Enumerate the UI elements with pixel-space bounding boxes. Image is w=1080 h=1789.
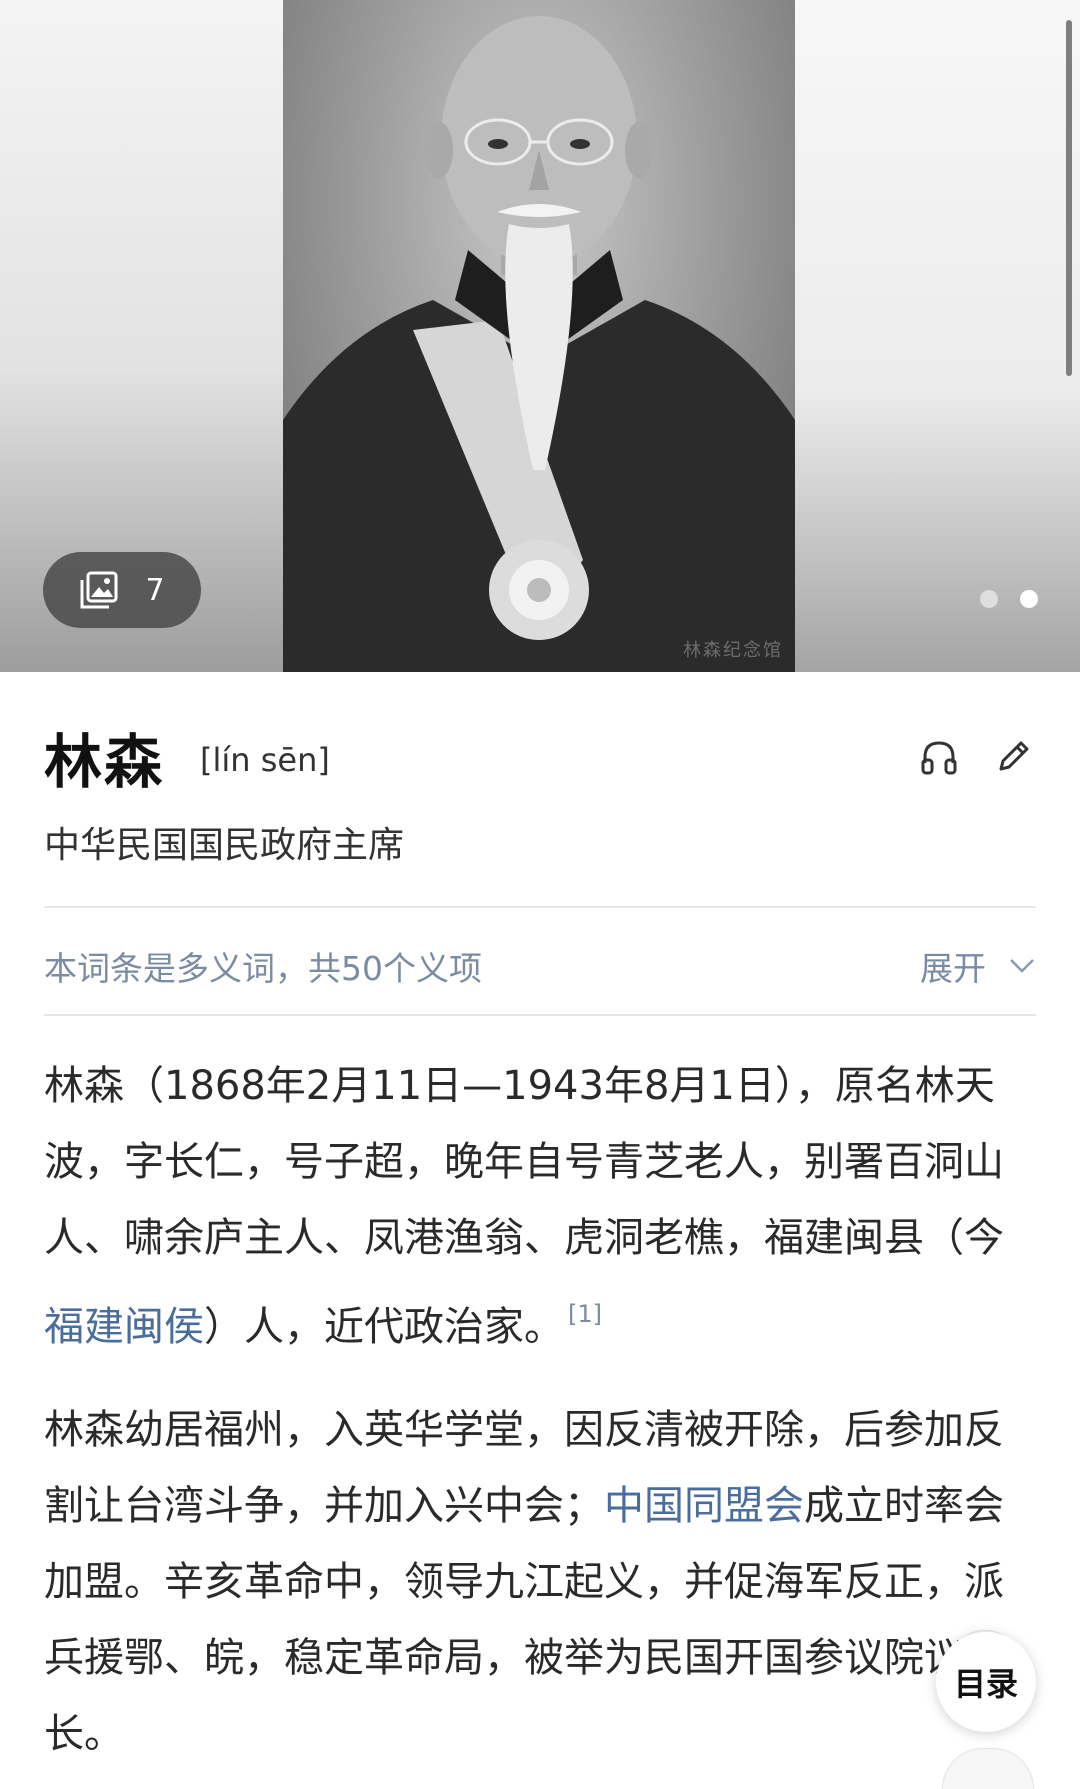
carousel-dot-active[interactable] (1020, 590, 1038, 608)
paragraph-intro: 林森（1868年2月11日—1943年8月1日），原名林天波，字长仁，号子超，晚… (44, 1048, 1036, 1365)
hero-background-right (795, 0, 1080, 672)
portrait-photo[interactable]: 林森纪念馆 (283, 0, 795, 672)
image-gallery-icon (79, 570, 119, 610)
photo-watermark: 林森纪念馆 (683, 640, 783, 661)
expand-label: 展开 (920, 949, 986, 988)
entry-actions (916, 734, 1036, 780)
portrait-illustration (283, 16, 795, 672)
scrollbar[interactable] (1066, 20, 1072, 376)
carousel-indicator (980, 590, 1038, 608)
entry-subtitle: 中华民国国民政府主席 (44, 825, 405, 866)
gallery-button[interactable]: 7 (43, 552, 201, 628)
entry-pinyin: [lín sēn] (200, 741, 330, 779)
link-fujian-minhou[interactable]: 福建闽侯 (44, 1304, 204, 1350)
entry-header: 林森 [lín sēn] (44, 712, 1036, 802)
pencil-icon[interactable] (990, 734, 1036, 780)
divider (44, 906, 1036, 908)
expand-button[interactable]: 展开 (920, 942, 1036, 990)
link-tongmenghui[interactable]: 中国同盟会 (604, 1483, 804, 1529)
hero-image-carousel[interactable]: 林森纪念馆 7 (0, 0, 1080, 672)
reference-marker[interactable]: [1] (568, 1300, 602, 1328)
toc-label: 目录 (953, 1665, 1018, 1703)
polysemy-text: 本词条是多义词，共50个义项 (44, 949, 482, 988)
chevron-down-icon (1010, 959, 1034, 973)
headphones-icon[interactable] (916, 734, 962, 780)
toc-button[interactable]: 目录 (936, 1632, 1036, 1732)
paragraph-biography: 林森幼居福州，入英华学堂，因反清被开除，后参加反割让台湾斗争，并加入兴中会；中国… (44, 1392, 1036, 1772)
divider (44, 1014, 1036, 1016)
paragraph-text: 林森（1868年2月11日—1943年8月1日），原名林天波，字长仁，号子超，晚… (44, 1063, 1004, 1261)
polysemy-bar[interactable]: 本词条是多义词，共50个义项 展开 (44, 936, 1036, 996)
photo-count: 7 (145, 572, 165, 608)
carousel-dot[interactable] (980, 590, 998, 608)
entry-title: 林森 (44, 728, 165, 796)
paragraph-text: ）人，近代政治家。 (204, 1304, 564, 1350)
